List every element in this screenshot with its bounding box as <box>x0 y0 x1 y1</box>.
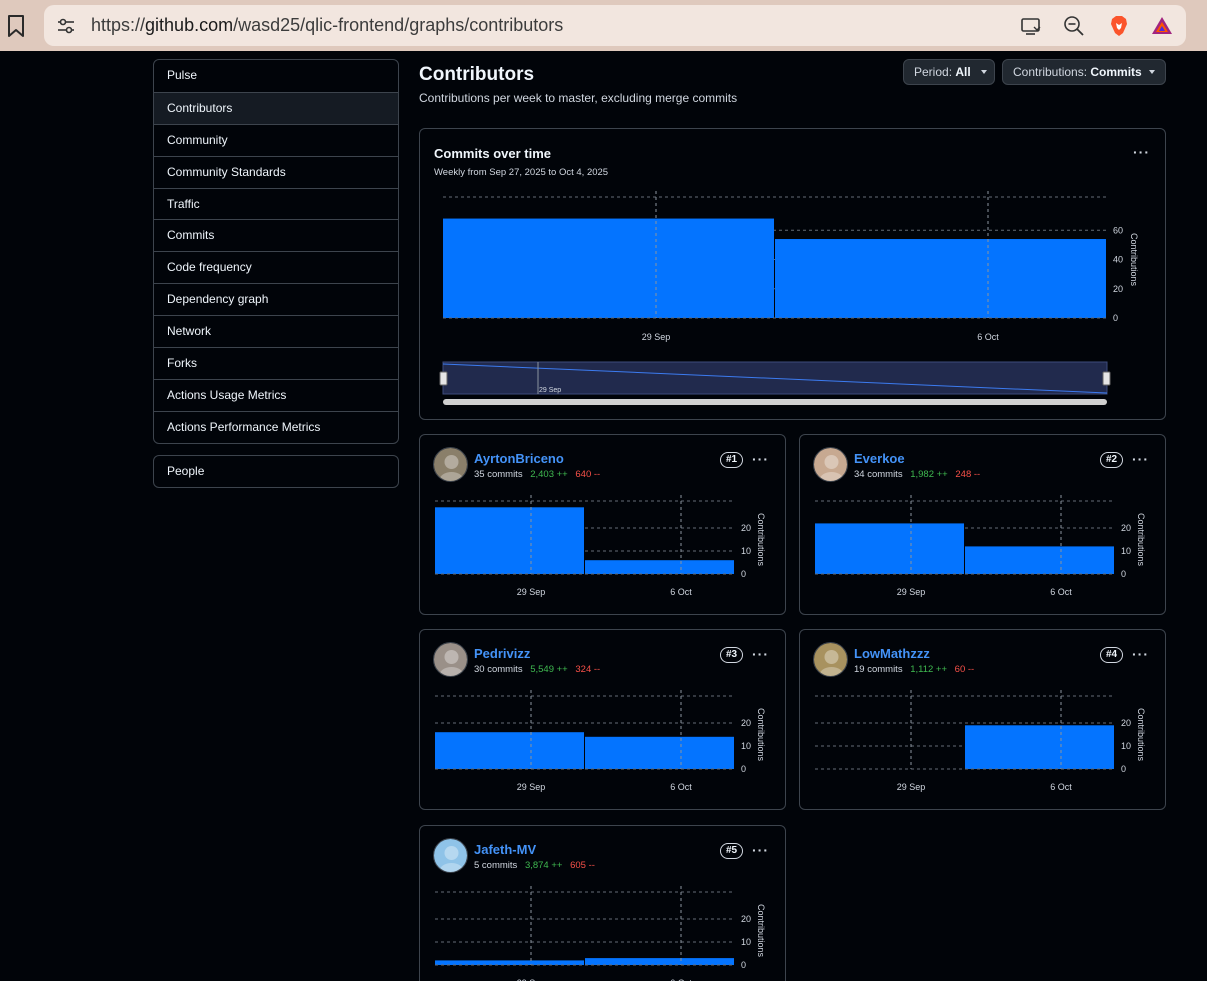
contributor-commits-chart: 0102029 Sep6 OctContributions <box>435 886 766 981</box>
sidebar-item-network[interactable]: Network <box>154 315 398 347</box>
page-subtitle: Contributions per week to master, exclud… <box>419 91 738 105</box>
brave-shield-icon[interactable] <box>1108 15 1130 37</box>
contributor-commits-chart: 0 10 20 29 Sep 6 Oct Contributions <box>815 690 1146 792</box>
chart-bar[interactable] <box>965 546 1114 574</box>
contributor-card: Jafeth-MV 5 commits 3,874 ++ 605 -- #5 ·… <box>419 825 786 981</box>
y-tick-label: 10 <box>741 937 751 947</box>
y-tick-label: 20 <box>1121 718 1131 728</box>
contributor-card: Everkoe 34 commits 1,982 ++ 248 -- #2 ··… <box>799 434 1166 615</box>
period-value: All <box>955 65 971 79</box>
sidebar-item-people[interactable]: People <box>153 455 399 488</box>
chart-bar[interactable] <box>585 958 734 965</box>
y-axis-title: Contributions <box>756 904 766 958</box>
contributor-card: AyrtonBriceno 35 commits 2,403 ++ 640 --… <box>419 434 786 615</box>
sidebar-item-community-standards[interactable]: Community Standards <box>154 155 398 188</box>
chart-bar[interactable] <box>585 560 734 574</box>
x-tick-label: 29 Sep <box>517 782 546 792</box>
chart-bar[interactable] <box>965 725 1114 769</box>
brave-rewards-icon[interactable] <box>1151 15 1173 37</box>
contributions-label: Contributions: <box>1013 65 1088 79</box>
contributor-card: LowMathzzz 19 commits 1,112 ++ 60 -- #4 … <box>799 629 1166 810</box>
contributions-dropdown[interactable]: Contributions: Commits <box>1002 59 1166 85</box>
contributor-card: Pedrivizz 30 commits 5,549 ++ 324 -- #3 … <box>419 629 786 810</box>
y-tick-label: 40 <box>1113 255 1123 265</box>
x-tick-label: 6 Oct <box>977 332 999 342</box>
contributor-commits-chart: 0 10 20 29 Sep 6 Oct Contributions <box>435 495 766 597</box>
sidebar-item-commits[interactable]: Commits <box>154 219 398 251</box>
sidebar-item-dependency-graph[interactable]: Dependency graph <box>154 283 398 315</box>
navigator-scrollbar[interactable] <box>443 399 1107 405</box>
y-tick-label: 0 <box>741 764 746 774</box>
chart-bar[interactable] <box>585 736 734 769</box>
y-axis-title: Contributions <box>1129 233 1139 287</box>
y-tick-label: 0 <box>1121 764 1126 774</box>
contributions-value: Commits <box>1090 65 1142 79</box>
x-tick-label: 6 Oct <box>670 587 692 597</box>
site-settings-icon[interactable] <box>56 16 76 36</box>
y-tick-label: 60 <box>1113 225 1123 235</box>
y-tick-label: 20 <box>1121 523 1131 533</box>
sidebar-item-code-frequency[interactable]: Code frequency <box>154 251 398 283</box>
contributor-commits-chart: 0 10 20 29 Sep 6 Oct Contributions <box>815 495 1146 597</box>
sidebar-item-contributors[interactable]: Contributors <box>154 91 398 124</box>
y-tick-label: 10 <box>1121 741 1131 751</box>
y-tick-label: 0 <box>741 569 746 579</box>
x-tick-label: 6 Oct <box>1050 587 1072 597</box>
navigator-handle[interactable] <box>1102 371 1111 386</box>
y-axis-title: Contributions <box>1136 708 1146 762</box>
chart-bar[interactable] <box>775 239 1106 318</box>
navigator-label: 29 Sep <box>539 387 561 394</box>
sidebar-item-actions-performance-metrics[interactable]: Actions Performance Metrics <box>154 410 398 443</box>
insights-sidebar: Pulse Contributors Community Community S… <box>153 59 399 444</box>
sidebar-item-pulse[interactable]: Pulse <box>154 60 398 92</box>
chart-bar[interactable] <box>443 218 774 318</box>
y-axis-title: Contributions <box>756 513 766 567</box>
y-tick-label: 20 <box>741 914 751 924</box>
sidebar-item-community[interactable]: Community <box>154 123 398 156</box>
sidebar-item-traffic[interactable]: Traffic <box>154 187 398 220</box>
period-label: Period: <box>914 65 953 79</box>
x-tick-label: 6 Oct <box>670 782 692 792</box>
y-tick-label: 0 <box>741 960 746 970</box>
chart-bar[interactable] <box>435 732 584 769</box>
period-dropdown[interactable]: Period: All <box>903 59 995 85</box>
chevron-down-icon <box>1149 70 1155 74</box>
x-tick-label: 29 Sep <box>897 782 926 792</box>
sidebar-item-actions-usage-metrics[interactable]: Actions Usage Metrics <box>154 378 398 411</box>
chart-bar[interactable] <box>435 507 584 574</box>
contributor-commits-chart: 0 10 20 29 Sep 6 Oct Contributions <box>435 690 766 792</box>
address-bar[interactable]: https://github.com/wasd25/qlic-frontend/… <box>44 5 1186 46</box>
y-tick-label: 10 <box>1121 546 1131 556</box>
y-tick-label: 10 <box>741 741 751 751</box>
y-tick-label: 20 <box>741 718 751 728</box>
cast-icon[interactable] <box>1020 15 1042 37</box>
y-tick-label: 10 <box>741 546 751 556</box>
y-tick-label: 0 <box>1121 569 1126 579</box>
chart-bar[interactable] <box>815 523 964 574</box>
chevron-down-icon <box>981 70 987 74</box>
chart-bar[interactable] <box>435 960 584 965</box>
navigator-handle[interactable] <box>439 371 448 386</box>
x-tick-label: 29 Sep <box>897 587 926 597</box>
y-axis-title: Contributions <box>756 708 766 762</box>
page-title: Contributors <box>419 64 535 85</box>
y-tick-label: 0 <box>1113 313 1118 323</box>
sidebar-item-forks[interactable]: Forks <box>154 347 398 379</box>
bookmark-icon[interactable] <box>6 14 26 38</box>
x-tick-label: 29 Sep <box>642 332 671 342</box>
y-axis-title: Contributions <box>1136 513 1146 567</box>
commits-over-time-card: Commits over time Weekly from Sep 27, 20… <box>419 128 1166 420</box>
x-tick-label: 29 Sep <box>517 587 546 597</box>
y-tick-label: 20 <box>741 523 751 533</box>
browser-toolbar: https://github.com/wasd25/qlic-frontend/… <box>0 0 1207 51</box>
commits-over-time-chart: 0 20 40 60 29 Sep 6 Oct Contributions 29 Sep <box>439 191 1139 405</box>
y-tick-label: 20 <box>1113 284 1123 294</box>
x-tick-label: 6 Oct <box>1050 782 1072 792</box>
zoom-out-icon[interactable] <box>1063 15 1085 37</box>
url-text[interactable]: https://github.com/wasd25/qlic-frontend/… <box>91 15 563 36</box>
